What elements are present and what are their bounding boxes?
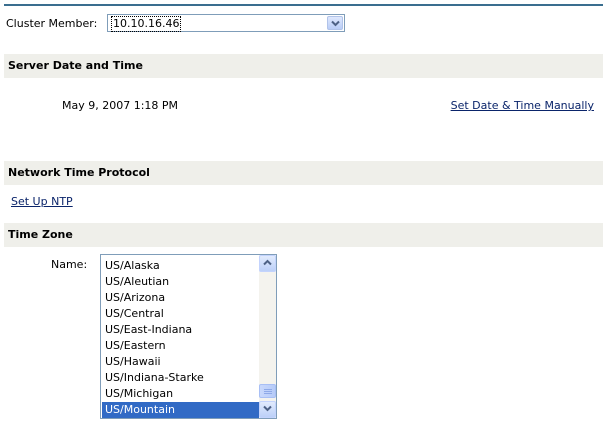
time-zone-option[interactable]: US/Michigan bbox=[102, 386, 259, 402]
time-zone-option[interactable]: US/East-Indiana bbox=[102, 322, 259, 338]
chevron-down-icon bbox=[263, 405, 272, 412]
section-header-ntp: Network Time Protocol bbox=[4, 161, 603, 185]
thumb-grip bbox=[264, 389, 272, 390]
cluster-member-value: 10.10.16.46 bbox=[111, 16, 182, 32]
listbox-scrollbar[interactable] bbox=[259, 255, 276, 418]
section-header-server-date-time: Server Date and Time bbox=[4, 54, 603, 78]
thumb-grip bbox=[264, 391, 272, 392]
section-header-time-zone: Time Zone bbox=[4, 223, 603, 247]
time-zone-name-label: Name: bbox=[51, 258, 88, 271]
time-zone-options: US/Alaska US/Aleutian US/Arizona US/Central… bbox=[102, 258, 259, 418]
time-zone-option[interactable]: US/Arizona bbox=[102, 290, 259, 306]
time-zone-option[interactable]: US/Aleutian bbox=[102, 274, 259, 290]
dropdown-button[interactable] bbox=[327, 16, 343, 30]
scroll-down-button[interactable] bbox=[259, 401, 276, 418]
time-zone-option[interactable]: US/Alaska bbox=[102, 258, 259, 274]
thumb-grip bbox=[264, 393, 272, 394]
server-date-value: May 9, 2007 1:18 PM bbox=[62, 99, 179, 112]
time-zone-option[interactable]: US/Central bbox=[102, 306, 259, 322]
top-rule bbox=[4, 4, 603, 6]
set-date-time-manually-link[interactable]: Set Date & Time Manually bbox=[451, 99, 594, 113]
cluster-member-select[interactable]: 10.10.16.46 bbox=[107, 14, 345, 32]
time-zone-listbox[interactable]: US/Alaska US/Aleutian US/Arizona US/Central… bbox=[100, 254, 277, 419]
time-zone-option[interactable]: US/Mountain bbox=[102, 402, 259, 418]
scroll-thumb[interactable] bbox=[259, 384, 276, 398]
chevron-up-icon bbox=[263, 259, 272, 266]
time-zone-option[interactable]: US/Eastern bbox=[102, 338, 259, 354]
set-up-ntp-link[interactable]: Set Up NTP bbox=[11, 195, 73, 209]
chevron-down-icon bbox=[331, 20, 340, 27]
cluster-member-label: Cluster Member: bbox=[6, 17, 98, 30]
scroll-up-button[interactable] bbox=[259, 255, 276, 272]
time-zone-option[interactable]: US/Indiana-Starke bbox=[102, 370, 259, 386]
time-zone-option[interactable]: US/Hawaii bbox=[102, 354, 259, 370]
